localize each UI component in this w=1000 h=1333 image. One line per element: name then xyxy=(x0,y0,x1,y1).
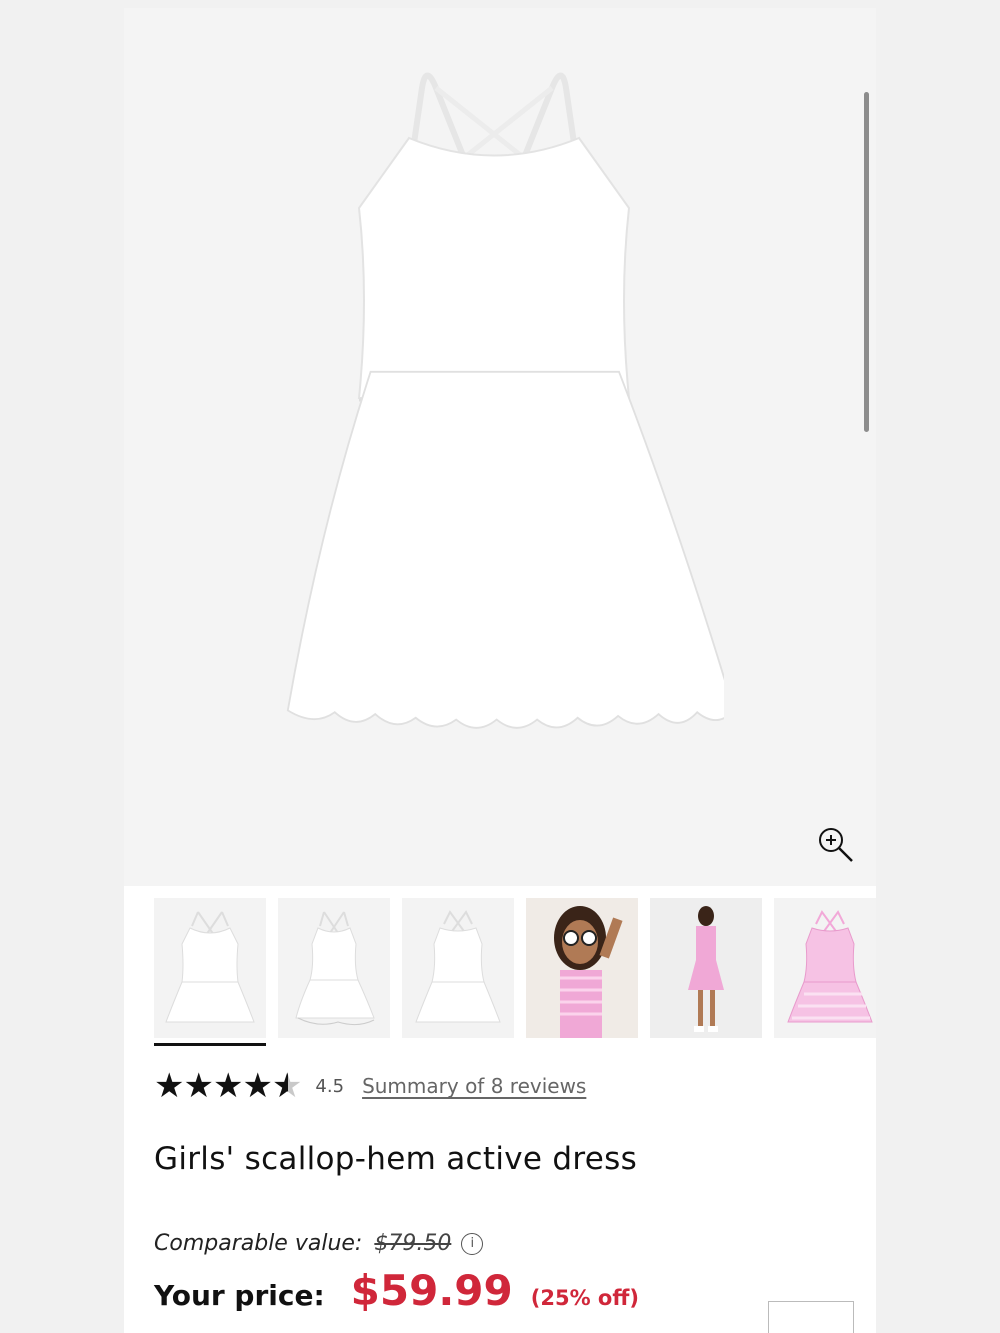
pink-dress-back-thumb xyxy=(787,910,873,1023)
price-row: Your price: $59.99 (25% off) xyxy=(154,1266,639,1315)
comparable-price: $79.50 xyxy=(374,1231,452,1256)
comparable-label: Comparable value: xyxy=(154,1231,363,1256)
star-icon: ★ xyxy=(154,1066,185,1106)
thumbnail-3[interactable] xyxy=(402,898,514,1038)
thumbnail-5[interactable] xyxy=(650,898,762,1038)
star-rating: ★ ★ ★ ★ ★ xyxy=(154,1066,303,1106)
half-star-icon: ★ xyxy=(271,1066,303,1106)
scrollbar[interactable] xyxy=(864,92,869,432)
girl-sunglasses-thumb xyxy=(526,898,638,1038)
thumbnail-strip xyxy=(154,898,876,1048)
zoom-button[interactable] xyxy=(814,823,858,867)
thumbnail-2[interactable] xyxy=(278,898,390,1038)
thumbnail-4[interactable] xyxy=(526,898,638,1038)
white-dress-front-thumb xyxy=(165,911,255,1023)
partial-control[interactable] xyxy=(768,1301,854,1333)
dress-image xyxy=(286,72,724,729)
info-icon[interactable]: i xyxy=(461,1232,484,1255)
white-dress-shorts-thumb xyxy=(295,911,375,1026)
star-icon: ★ xyxy=(183,1066,214,1106)
product-main-image[interactable] xyxy=(124,8,876,886)
zoom-in-icon xyxy=(819,828,853,862)
thumbnail-1[interactable] xyxy=(154,898,266,1046)
white-dress-back-thumb xyxy=(415,910,501,1023)
reviews-summary-link[interactable]: Summary of 8 reviews xyxy=(362,1074,586,1098)
your-price: $59.99 xyxy=(350,1266,513,1315)
your-price-label: Your price: xyxy=(154,1279,325,1312)
girl-back-view-thumb xyxy=(650,898,762,1038)
comparable-value: Comparable value: $79.50 i xyxy=(154,1231,484,1256)
product-page: ★ ★ ★ ★ ★ 4.5 Summary of 8 reviews Girls… xyxy=(124,8,876,1333)
star-icon: ★ xyxy=(242,1066,273,1106)
rating-row: ★ ★ ★ ★ ★ 4.5 Summary of 8 reviews xyxy=(154,1068,586,1104)
product-title: Girls' scallop-hem active dress xyxy=(154,1141,638,1177)
rating-value: 4.5 xyxy=(315,1075,345,1097)
discount-badge: (25% off) xyxy=(530,1286,639,1310)
thumbnail-6[interactable] xyxy=(774,898,876,1038)
star-icon: ★ xyxy=(212,1066,244,1106)
